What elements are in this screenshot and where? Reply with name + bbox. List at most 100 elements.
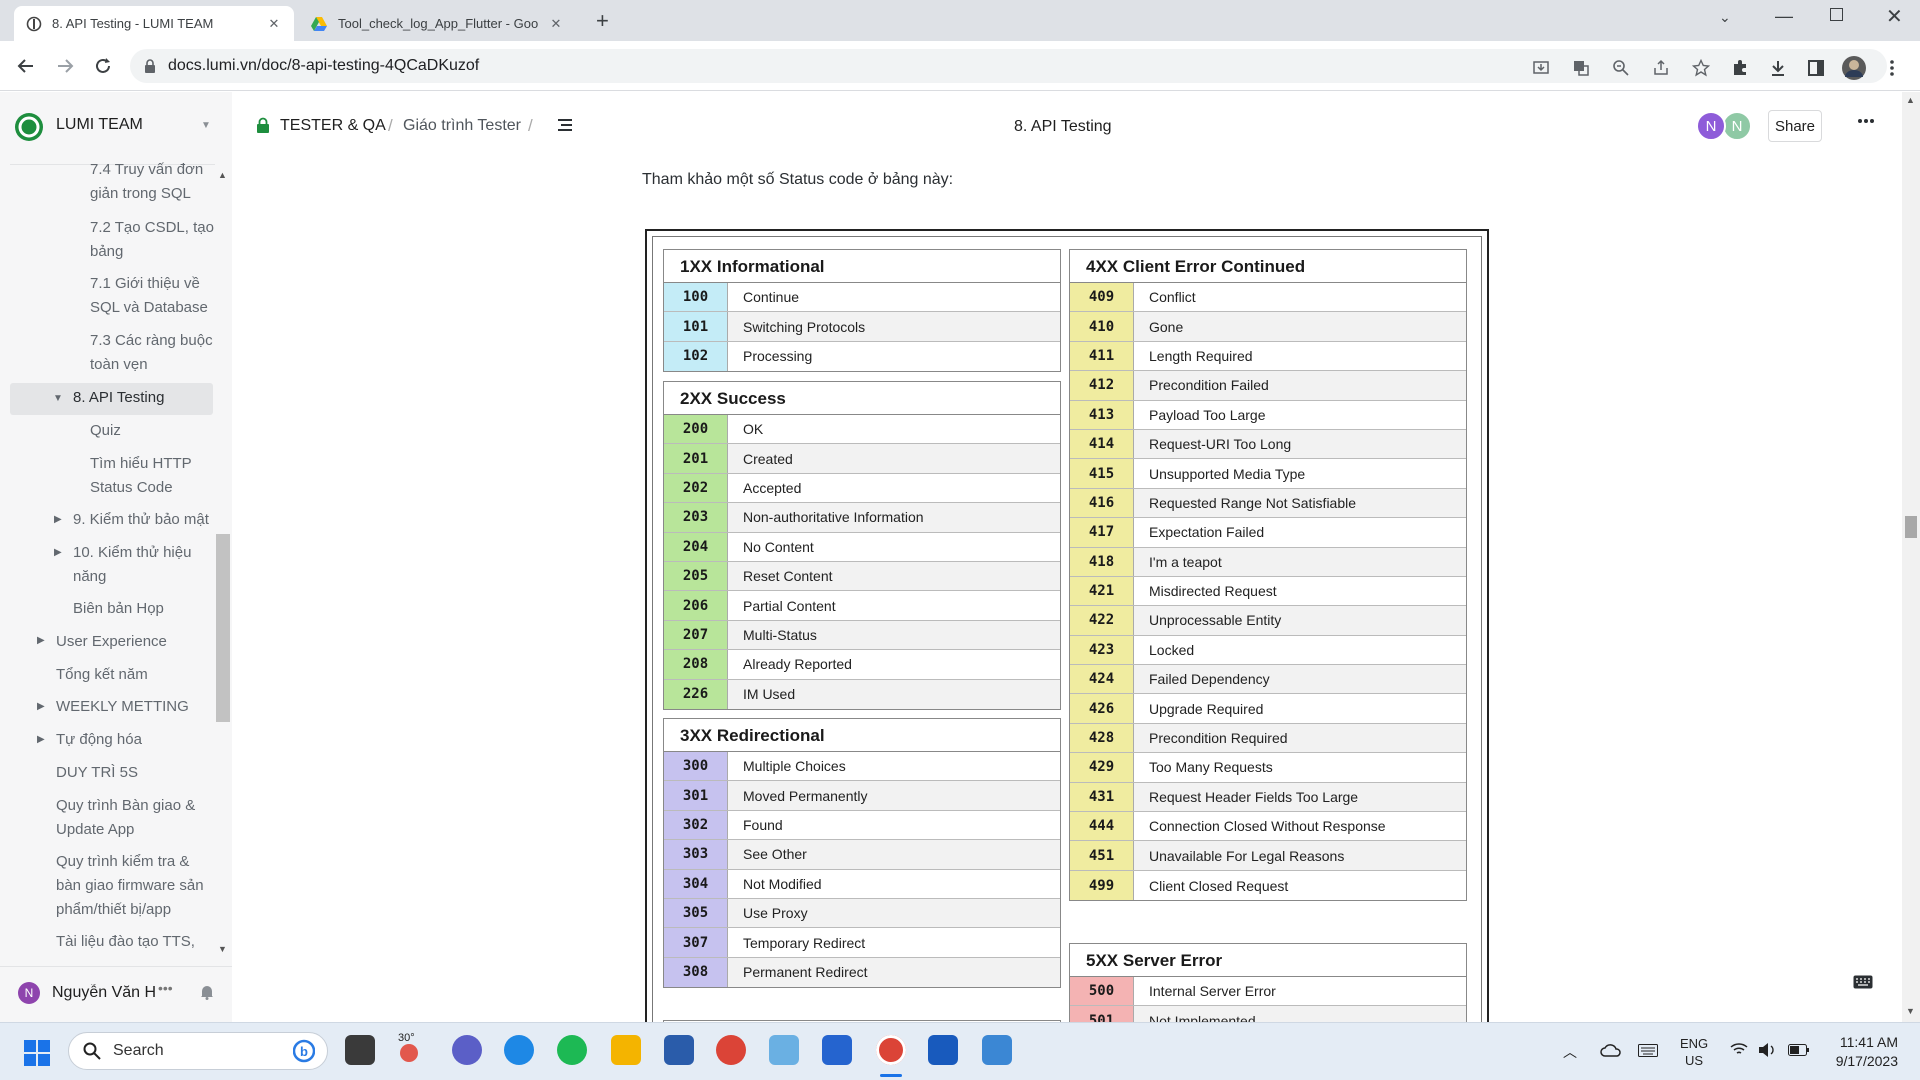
teams-chat-icon[interactable]	[452, 1035, 482, 1065]
scroll-up-icon[interactable]: ▲	[218, 170, 227, 180]
todo-icon[interactable]	[822, 1035, 852, 1065]
new-tab-icon[interactable]: +	[596, 8, 609, 34]
file-explorer-icon[interactable]	[611, 1035, 641, 1065]
edge-icon[interactable]	[504, 1035, 534, 1065]
page-scrollbar-thumb[interactable]	[1905, 516, 1917, 538]
minimize-icon[interactable]: —	[1775, 6, 1793, 27]
photos-icon[interactable]	[769, 1035, 799, 1065]
bookmark-star-icon[interactable]	[1688, 55, 1714, 81]
sidebar-item-security[interactable]: 9. Kiểm thử bảo mật	[73, 508, 218, 532]
microsoft-store-icon[interactable]	[664, 1035, 694, 1065]
translate-icon[interactable]	[1568, 55, 1594, 81]
sidebar-item-performance[interactable]: 10. Kiểm thử hiệu năng	[73, 541, 203, 589]
workspace-name[interactable]: LUMI TEAM	[56, 116, 143, 134]
onedrive-icon[interactable]	[1600, 1043, 1622, 1057]
sidebar-item-5s[interactable]: DUY TRÌ 5S	[56, 761, 138, 785]
forward-icon[interactable]	[52, 53, 78, 79]
sidebar-item-automation[interactable]: Tự động hóa	[56, 728, 142, 752]
scroll-up-icon[interactable]: ▲	[1906, 95, 1915, 105]
zoom-icon[interactable]	[1608, 55, 1634, 81]
wifi-icon[interactable]	[1730, 1042, 1748, 1056]
expand-caret-down-icon[interactable]: ▼	[53, 393, 63, 404]
maximize-icon[interactable]	[1830, 8, 1843, 21]
status-code: 100	[664, 283, 728, 312]
status-row: 101 Switching Protocols	[664, 312, 1060, 342]
install-app-icon[interactable]	[1528, 55, 1554, 81]
more-options-icon[interactable]	[1857, 118, 1875, 124]
reload-icon[interactable]	[90, 53, 116, 79]
weather-icon[interactable]	[400, 1044, 418, 1062]
keyboard-shortcuts-icon[interactable]	[1853, 975, 1873, 989]
sidebar-item-weekly[interactable]: WEEKLY METTING	[56, 695, 189, 719]
downloads-icon[interactable]	[1765, 55, 1791, 81]
collaborator-avatar[interactable]: N	[1722, 111, 1752, 141]
task-view-icon[interactable]	[345, 1035, 375, 1065]
chrome-menu-icon[interactable]	[1879, 55, 1905, 81]
scroll-down-icon[interactable]: ▼	[218, 944, 227, 954]
battery-icon[interactable]	[1788, 1044, 1810, 1056]
sidebar-item-7-3[interactable]: 7.3 Các ràng buộc toàn vẹn	[90, 329, 215, 377]
status-row: 429 Too Many Requests	[1070, 753, 1466, 783]
expand-caret-right-icon[interactable]: ▶	[54, 547, 62, 558]
breadcrumb-parent[interactable]: Giáo trình Tester	[403, 117, 521, 135]
sidebar-item-ux[interactable]: User Experience	[56, 630, 167, 654]
expand-caret-right-icon[interactable]: ▶	[54, 514, 62, 525]
page-scrollbar[interactable]	[1902, 92, 1920, 1022]
close-tab-icon[interactable]: ✕	[266, 16, 282, 32]
bing-icon: b	[293, 1039, 315, 1063]
share-button[interactable]: Share	[1768, 110, 1822, 142]
close-window-icon[interactable]: ✕	[1886, 4, 1903, 29]
windows-start-icon[interactable]	[24, 1040, 50, 1066]
collaborator-avatar[interactable]: N	[1696, 111, 1726, 141]
language-indicator[interactable]: ENG US	[1680, 1035, 1708, 1069]
status-code: 301	[664, 781, 728, 810]
volume-icon[interactable]	[1758, 1042, 1776, 1058]
notification-bell-icon[interactable]	[199, 984, 215, 1000]
spotify-icon[interactable]	[557, 1035, 587, 1065]
keyboard-icon[interactable]	[1638, 1044, 1658, 1057]
workspace-chevron-down-icon[interactable]: ▼	[201, 120, 211, 131]
scroll-down-icon[interactable]: ▼	[1906, 1006, 1915, 1016]
sidebar-item-api-testing[interactable]: 8. API Testing	[73, 386, 164, 410]
sidebar-item-meeting-minutes[interactable]: Biên bản Họp	[73, 597, 164, 621]
expand-caret-right-icon[interactable]: ▶	[37, 701, 45, 712]
status-row: 304 Not Modified	[664, 869, 1060, 899]
weather-temp[interactable]: 30°	[398, 1032, 415, 1044]
expand-caret-right-icon[interactable]: ▶	[37, 635, 45, 646]
sidebar: LUMI TEAM ▼ ▲ ▼ 7.4 Truy vấn đơn giản tr…	[0, 92, 232, 1022]
sidebar-item-firmware-handover[interactable]: Quy trình kiểm tra & bàn giao firmware s…	[56, 850, 216, 922]
sidebar-scrollbar-thumb[interactable]	[216, 534, 230, 722]
sidebar-item-7-1[interactable]: 7.1 Giới thiệu về SQL và Database	[90, 272, 215, 320]
close-tab-icon[interactable]: ✕	[548, 16, 564, 32]
profile-avatar[interactable]	[1841, 55, 1867, 81]
back-icon[interactable]	[13, 53, 39, 79]
share-page-icon[interactable]	[1648, 55, 1674, 81]
taskbar-search-box[interactable]: Search b	[68, 1032, 328, 1070]
chrome-active-icon[interactable]	[876, 1035, 906, 1065]
user-name[interactable]: Nguyễn Văn H	[52, 984, 160, 1002]
sidebar-item-intern-training[interactable]: Tài liệu đào tạo TTS,	[56, 930, 206, 954]
status-description: Continue	[743, 289, 800, 306]
show-hidden-icons-icon[interactable]: ︿	[1563, 1042, 1577, 1062]
sidebar-item-year-summary[interactable]: Tổng kết năm	[56, 663, 148, 687]
chrome-icon[interactable]	[716, 1035, 746, 1065]
word-icon[interactable]	[928, 1035, 958, 1065]
sidebar-item-app-handover[interactable]: Quy trình Bàn giao & Update App	[56, 794, 216, 842]
user-more-icon[interactable]: •••	[158, 980, 173, 996]
paint-icon[interactable]	[982, 1035, 1012, 1065]
sidebar-item-quiz[interactable]: Quiz	[90, 419, 121, 443]
browser-extensions	[1727, 55, 1905, 81]
clock[interactable]: 11:41 AM 9/17/2023	[1826, 1033, 1898, 1071]
expand-caret-right-icon[interactable]: ▶	[37, 734, 45, 745]
sidebar-item-7-2[interactable]: 7.2 Tạo CSDL, tạo bảng	[90, 216, 215, 264]
tab-drive[interactable]: Tool_check_log_App_Flutter - Goo ✕	[298, 6, 576, 41]
breadcrumb-collection[interactable]: TESTER & QA	[280, 117, 386, 135]
tab-search-icon[interactable]: ⌄	[1719, 9, 1731, 26]
table-of-contents-icon[interactable]	[557, 118, 573, 132]
tab-api-testing[interactable]: 8. API Testing - LUMI TEAM ✕	[14, 6, 294, 41]
sidebar-item-http-status[interactable]: Tìm hiểu HTTP Status Code	[90, 452, 215, 500]
extensions-puzzle-icon[interactable]	[1727, 55, 1753, 81]
side-panel-icon[interactable]	[1803, 55, 1829, 81]
sidebar-item-7-4[interactable]: 7.4 Truy vấn đơn giản trong SQL	[90, 158, 215, 206]
user-avatar[interactable]: N	[18, 982, 40, 1004]
